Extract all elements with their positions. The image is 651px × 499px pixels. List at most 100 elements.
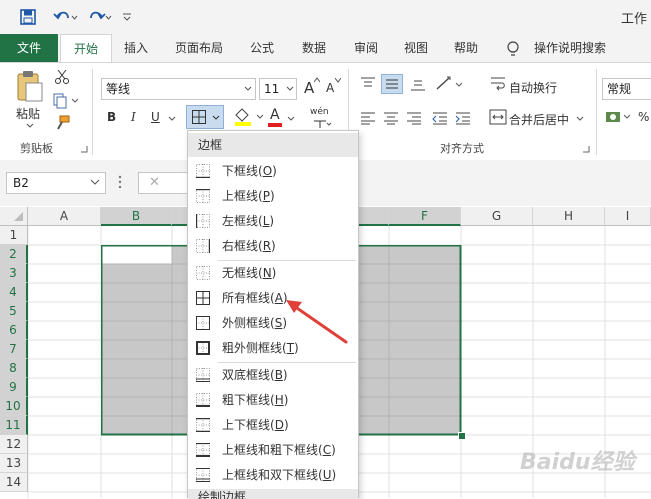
chevron-down-icon: [212, 115, 220, 120]
menu-item-top-double-bottom-border[interactable]: 上框线和双下框线(U): [188, 463, 358, 488]
tab-file[interactable]: 文件: [0, 34, 58, 62]
cancel-formula-button[interactable]: ✕: [149, 175, 160, 190]
menu-item-top-border[interactable]: 上框线(P): [188, 184, 358, 209]
font-color-button[interactable]: A: [270, 107, 280, 123]
tab-data[interactable]: 数据: [294, 34, 334, 62]
row-header-14[interactable]: 14: [0, 473, 28, 492]
border-thick-bottom-icon: [196, 393, 210, 407]
tab-home[interactable]: 开始: [60, 34, 112, 64]
select-all-corner[interactable]: [0, 207, 28, 226]
row-header-8[interactable]: 8: [0, 359, 28, 378]
menu-item-label: 左框线(L): [222, 214, 275, 228]
row-header-4[interactable]: 4: [0, 283, 28, 302]
menu-item-thick-bottom-border[interactable]: 粗下框线(H): [188, 388, 358, 413]
cut-icon[interactable]: [54, 69, 70, 85]
alignment-launcher-icon[interactable]: [582, 145, 590, 153]
format-painter-icon[interactable]: [54, 115, 70, 131]
menu-item-left-border[interactable]: 左框线(L): [188, 209, 358, 234]
clipboard-group-label: 剪贴板: [20, 142, 53, 155]
copy-icon[interactable]: [52, 93, 80, 109]
align-bottom-icon[interactable]: [410, 77, 426, 91]
menu-item-double-bottom-border[interactable]: 双底框线(B): [188, 363, 358, 388]
chevron-down-icon[interactable]: [90, 179, 100, 187]
orientation-icon[interactable]: [434, 75, 464, 93]
align-top-icon[interactable]: [360, 77, 376, 91]
menu-item-label: 下框线(O): [222, 164, 277, 178]
clipboard-launcher-icon[interactable]: [80, 145, 88, 153]
row-header-12[interactable]: 12: [0, 435, 28, 454]
tab-view[interactable]: 视图: [396, 34, 436, 62]
italic-button[interactable]: I: [131, 110, 136, 124]
menu-item-no-border[interactable]: 无框线(N): [188, 261, 358, 286]
merge-center-icon[interactable]: [489, 109, 507, 125]
increase-font-button[interactable]: A: [304, 79, 314, 97]
row-header-5[interactable]: 5: [0, 302, 28, 321]
fill-color-icon[interactable]: [233, 107, 267, 127]
phonetic-icon: [314, 120, 332, 128]
menu-item-top-bottom-border[interactable]: 上下框线(D): [188, 413, 358, 438]
merge-center-button[interactable]: 合并后居中: [509, 111, 569, 128]
annotation-arrow-icon: [286, 300, 348, 344]
customize-qat-icon[interactable]: [122, 12, 132, 22]
row-header-11[interactable]: 11: [0, 416, 28, 435]
row-header-3[interactable]: 3: [0, 264, 28, 283]
watermark: Baidu经验: [520, 450, 635, 475]
column-header-a[interactable]: A: [28, 207, 101, 226]
decrease-indent-icon[interactable]: [432, 111, 448, 125]
column-header-i[interactable]: I: [605, 207, 651, 226]
row-header-13[interactable]: 13: [0, 454, 28, 473]
column-header-h[interactable]: H: [533, 207, 605, 226]
bold-button[interactable]: B: [107, 110, 116, 124]
menu-item-top-thick-bottom-border[interactable]: 上框线和粗下框线(C): [188, 438, 358, 463]
tab-page-layout[interactable]: 页面布局: [168, 34, 230, 62]
paste-label[interactable]: 粘贴: [16, 105, 40, 122]
menu-item-bottom-border[interactable]: 下框线(O): [188, 159, 358, 184]
row-header-10[interactable]: 10: [0, 397, 28, 416]
menu-item-label: 粗下框线(H): [222, 393, 289, 407]
font-color-swatch: [268, 123, 282, 127]
row-header-9[interactable]: 9: [0, 378, 28, 397]
align-center-icon[interactable]: [383, 111, 399, 125]
row-header-7[interactable]: 7: [0, 340, 28, 359]
align-left-icon[interactable]: [360, 111, 376, 125]
menu-item-right-border[interactable]: 右框线(R): [188, 234, 358, 259]
paste-dropdown-icon[interactable]: [26, 123, 34, 129]
percent-button[interactable]: %: [638, 110, 649, 124]
tab-formulas[interactable]: 公式: [242, 34, 282, 62]
column-header-b[interactable]: B: [101, 207, 172, 226]
align-middle-button[interactable]: [381, 74, 403, 94]
number-format-select[interactable]: 常规: [602, 78, 651, 100]
border-all-icon: [196, 291, 210, 305]
row-header-1[interactable]: 1: [0, 226, 28, 245]
row-header-2[interactable]: 2: [0, 245, 28, 264]
font-name-select[interactable]: 等线: [101, 78, 256, 100]
align-right-icon[interactable]: [406, 111, 422, 125]
menu-header-borders: 边框: [188, 133, 358, 157]
menu-item-label: 双底框线(B): [222, 368, 288, 382]
column-header-g[interactable]: G: [461, 207, 533, 226]
column-header-f[interactable]: F: [389, 207, 461, 226]
underline-button[interactable]: U: [151, 110, 160, 124]
redo-icon[interactable]: [86, 8, 112, 26]
undo-icon[interactable]: [52, 8, 78, 26]
tab-insert[interactable]: 插入: [116, 34, 156, 62]
paste-icon[interactable]: [14, 69, 44, 103]
decrease-font-button[interactable]: A: [326, 81, 334, 95]
fill-handle[interactable]: [458, 432, 466, 440]
tab-help[interactable]: 帮助: [446, 34, 486, 62]
wrap-text-button[interactable]: 自动换行: [509, 79, 557, 96]
wrap-text-icon[interactable]: [490, 76, 506, 92]
ribbon-tabs: 文件 开始 插入 页面布局 公式 数据 审阅 视图 帮助 操作说明搜索: [0, 34, 651, 64]
row-header-6[interactable]: 6: [0, 321, 28, 340]
tab-review[interactable]: 审阅: [346, 34, 386, 62]
tell-me-search[interactable]: 操作说明搜索: [528, 34, 612, 62]
formula-input-left[interactable]: ✕: [138, 172, 188, 194]
borders-button[interactable]: [186, 105, 224, 129]
save-icon[interactable]: [20, 9, 36, 25]
increase-indent-icon[interactable]: [455, 111, 471, 125]
lightbulb-icon: [507, 41, 519, 56]
phonetic-button[interactable]: wén: [310, 107, 329, 117]
border-thick-outside-icon: [196, 341, 210, 355]
accounting-format-icon[interactable]: [605, 109, 631, 127]
quick-access-toolbar: 工作: [0, 0, 651, 34]
